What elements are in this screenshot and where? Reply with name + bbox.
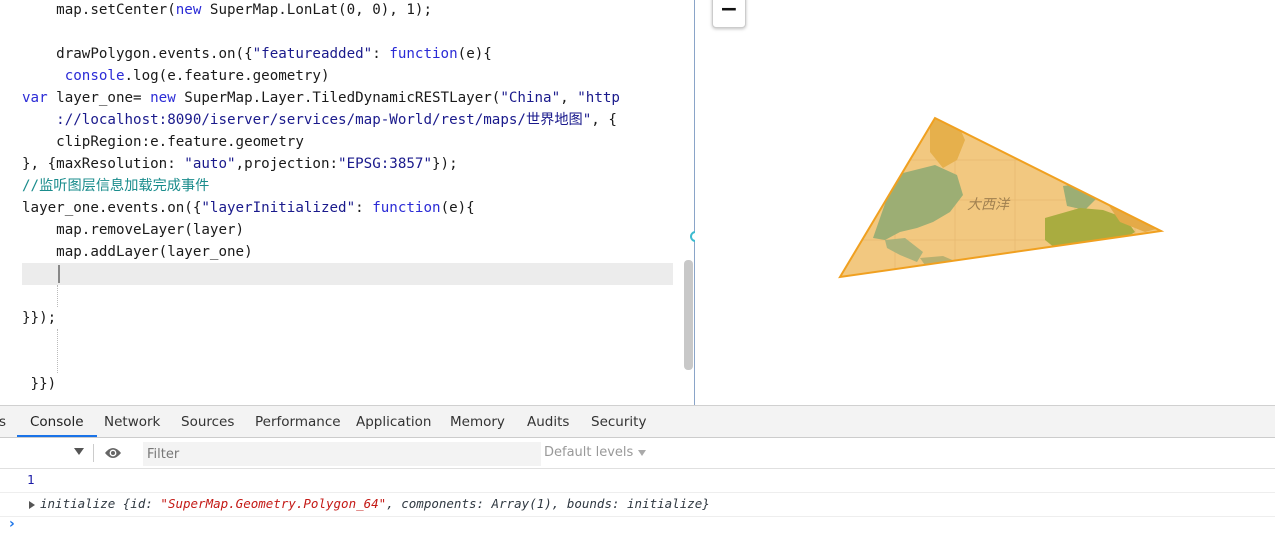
object-suffix: , components: Array(1), bounds: initiali… (386, 496, 710, 511)
object-prefix: initialize {id: (40, 496, 161, 511)
code-token: ://localhost:8090/iserver/services/map-W… (22, 112, 592, 128)
code-line: ://localhost:8090/iserver/services/map-W… (22, 109, 617, 131)
code-token: (e){ (440, 200, 475, 216)
console-toolbar: Default levels (0, 438, 1275, 469)
code-token: }, {maxResolution: (22, 156, 185, 172)
console-message: 1 (0, 468, 1275, 493)
code-token: function (372, 200, 441, 216)
tab-network[interactable]: Network (104, 406, 160, 437)
code-token: }); (432, 156, 458, 172)
code-line: }}); (22, 307, 56, 329)
code-line: map.setCenter(new SuperMap.LonLat(0, 0),… (22, 0, 432, 21)
current-line-highlight (22, 263, 673, 285)
code-line: clipRegion:e.feature.geometry (22, 131, 304, 153)
code-token: ,projection: (235, 156, 339, 172)
tab-sources[interactable]: Sources (181, 406, 234, 437)
code-line: //监听图层信息加载完成事件 (22, 175, 209, 197)
log-number-value: 1 (27, 472, 35, 487)
tab-application[interactable]: Application (356, 406, 431, 437)
code-editor[interactable]: map.setCenter(new SuperMap.LonLat(0, 0),… (0, 0, 694, 405)
code-token: drawPolygon.events.on({ (22, 46, 253, 62)
code-token: SuperMap.Layer.TiledDynamicRESTLayer( (175, 90, 501, 106)
zoom-out-button[interactable]: − (712, 0, 746, 28)
code-line: map.addLayer(layer_one) (22, 241, 253, 263)
code-token: "EPSG:3857" (338, 156, 433, 172)
code-token: new (175, 2, 202, 18)
code-line: map.removeLayer(layer) (22, 219, 244, 241)
code-line: drawPolygon.events.on({"featureadded": f… (22, 43, 492, 65)
clipped-map-layer: 大西洋 (838, 116, 1165, 279)
code-token: SuperMap.LonLat(0, 0), 1); (201, 2, 432, 18)
toolbar-divider (93, 444, 94, 462)
text-cursor (58, 265, 60, 283)
tab-performance[interactable]: Performance (255, 406, 341, 437)
context-dropdown-icon[interactable] (74, 448, 84, 455)
tab-console[interactable]: Console (17, 406, 97, 437)
console-message[interactable]: initialize {id: "SuperMap.Geometry.Polyg… (0, 492, 1275, 517)
code-token: new (150, 90, 176, 106)
code-token: layer_one.events.on({ (22, 200, 202, 216)
editor-scrollbar[interactable] (684, 260, 693, 370)
code-token: "featureadded" (252, 46, 373, 62)
log-levels-label: Default levels (544, 445, 634, 460)
eye-icon[interactable] (104, 446, 122, 460)
code-token: }}) (22, 376, 57, 392)
code-token: console (64, 68, 125, 84)
code-line: layer_one.events.on({"layerInitialized":… (22, 197, 475, 219)
code-line: var layer_one= new SuperMap.Layer.TiledD… (22, 87, 620, 109)
indent-guide (57, 285, 59, 307)
object-id-string: "SuperMap.Geometry.Polygon_64" (160, 496, 387, 511)
console-prompt-icon[interactable]: › (9, 516, 15, 532)
code-token: (e){ (457, 46, 492, 62)
ocean-label: 大西洋 (967, 197, 1011, 213)
code-token: "auto" (184, 156, 236, 172)
log-object-preview[interactable]: initialize {id: "SuperMap.Geometry.Polyg… (40, 492, 710, 516)
code-token: , { (591, 112, 617, 128)
code-token: "http (577, 90, 620, 106)
code-token: : (372, 46, 390, 62)
expand-triangle-icon[interactable] (29, 501, 35, 509)
log-levels-dropdown[interactable]: Default levels (544, 443, 647, 463)
tab-elements-partial[interactable]: s (0, 406, 6, 437)
code-token: map.removeLayer(layer) (22, 222, 245, 238)
code-token: layer_one= (47, 90, 151, 106)
tab-memory[interactable]: Memory (450, 406, 505, 437)
devtools-tabbar: s Console Network Sources Performance Ap… (0, 406, 1275, 438)
code-token: //监听图层信息加载完成事件 (22, 178, 210, 194)
code-token: : (355, 200, 373, 216)
tab-security[interactable]: Security (591, 406, 646, 437)
code-token: function (389, 46, 458, 62)
code-token: "China" (500, 90, 561, 106)
code-token: clipRegion:e.feature.geometry (22, 134, 304, 150)
code-line: }, {maxResolution: "auto",projection:"EP… (22, 153, 458, 175)
code-token: var (22, 90, 48, 106)
console-filter-input[interactable] (143, 442, 541, 466)
code-line: }}) (22, 373, 57, 395)
code-token: , (560, 90, 578, 106)
code-token: }}); (22, 310, 57, 326)
indent-guide (57, 329, 59, 373)
code-token: map.addLayer(layer_one) (22, 244, 253, 260)
code-token: map.setCenter( (22, 2, 176, 18)
devtools-panel: s Console Network Sources Performance Ap… (0, 405, 1275, 555)
code-line: console.log(e.feature.geometry) (22, 65, 330, 87)
code-token: "layerInitialized" (201, 200, 356, 216)
map-view[interactable]: 大西洋 (695, 0, 1275, 405)
code-token: .log(e.feature.geometry) (124, 68, 330, 84)
chevron-down-icon (638, 449, 647, 456)
tab-audits[interactable]: Audits (527, 406, 569, 437)
